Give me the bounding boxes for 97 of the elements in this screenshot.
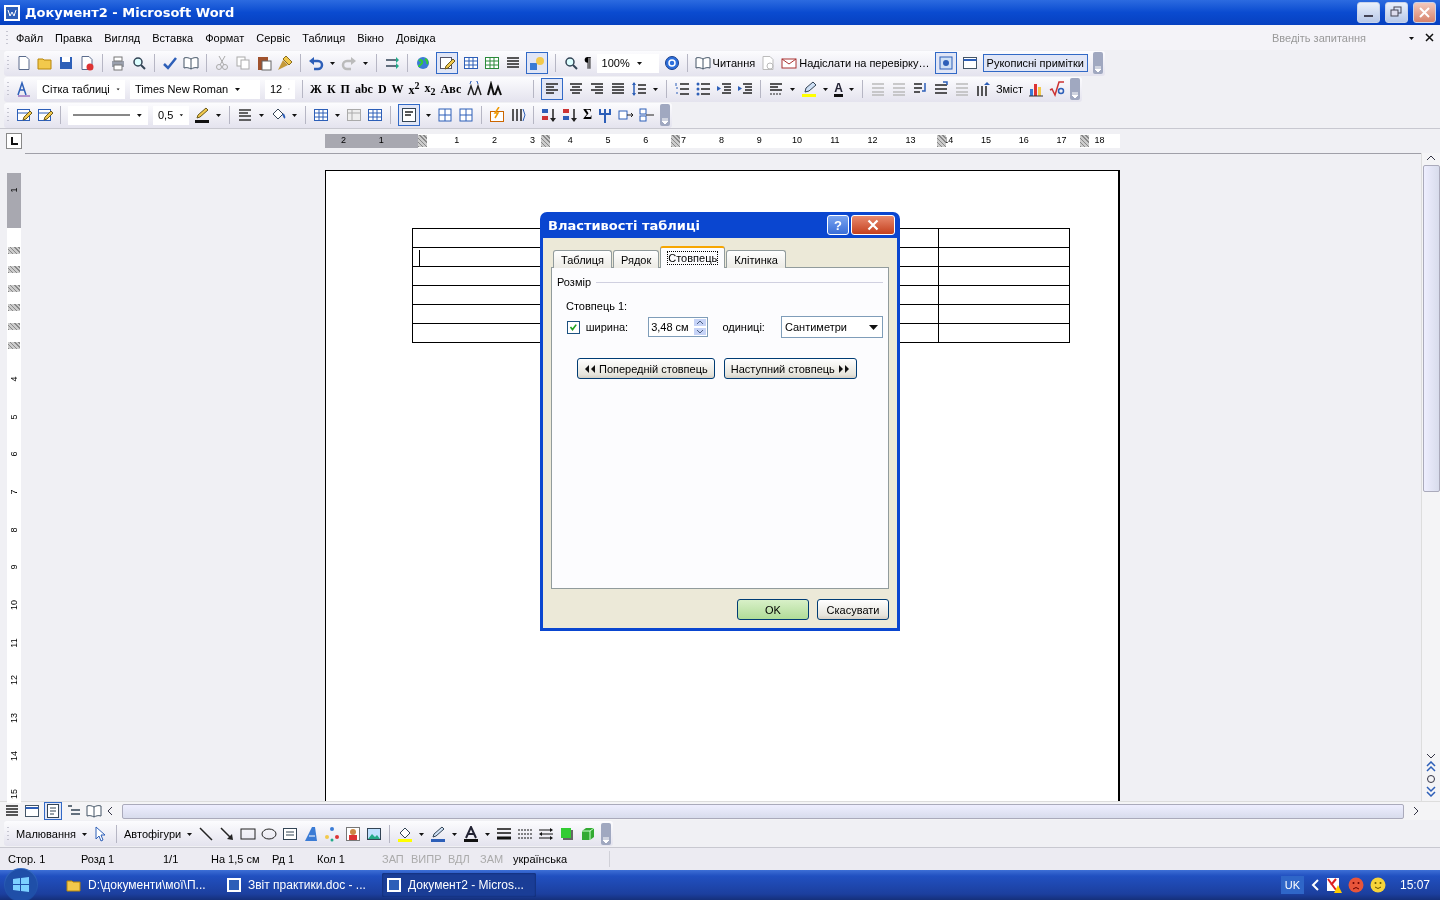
ruler-number: 11 bbox=[830, 135, 840, 145]
ok-button[interactable]: OK bbox=[737, 599, 809, 620]
font-size-combo[interactable]: 12 bbox=[265, 79, 295, 99]
ruler-number: 8 bbox=[718, 135, 724, 145]
status-field: ВДЛ bbox=[444, 853, 476, 865]
ruler-number: 6 bbox=[9, 450, 19, 459]
ruler-number: 18 bbox=[1094, 135, 1105, 145]
taskbar-button[interactable]: Документ2 - Micros... bbox=[382, 873, 536, 897]
ruler-number: 10 bbox=[9, 599, 19, 611]
status-field: Стор. 1 bbox=[4, 853, 77, 865]
ruler-number: 11 bbox=[9, 637, 19, 649]
previous-column-button[interactable]: Попередній стовпець bbox=[577, 358, 715, 379]
table-of-contents-button[interactable]: Зміст bbox=[995, 83, 1024, 95]
language-indicator[interactable]: UK bbox=[1280, 876, 1304, 894]
ruler-number: 15 bbox=[9, 787, 19, 800]
tab[interactable]: Стовпець bbox=[660, 246, 726, 268]
ruler-number: 16 bbox=[1018, 135, 1029, 145]
ruler-number: 13 bbox=[9, 712, 19, 725]
ruler-number: 7 bbox=[681, 135, 687, 145]
ruler-number: 14 bbox=[9, 749, 19, 762]
status-field: Рд 1 bbox=[268, 853, 313, 865]
ruler-number: 1 bbox=[9, 186, 19, 195]
clock: 15:07 bbox=[1399, 878, 1430, 892]
ruler-number: 13 bbox=[905, 135, 916, 145]
group-label: Розмір bbox=[557, 276, 591, 288]
ruler-number: 12 bbox=[9, 674, 19, 687]
format-button[interactable]: Ж bbox=[310, 81, 322, 97]
status-field: ЗАМ bbox=[476, 853, 509, 865]
format-button[interactable]: x$^{2}$ bbox=[408, 80, 420, 98]
width-label: ширина: bbox=[585, 321, 629, 333]
next-column-button[interactable]: Наступний стовпець bbox=[723, 358, 857, 379]
help-search-field[interactable]: Введіть запитання bbox=[1270, 30, 1404, 45]
units-label: одиниці: bbox=[722, 321, 765, 333]
tab[interactable]: Рядок bbox=[612, 250, 660, 268]
zoom-combo[interactable]: 100% bbox=[596, 53, 659, 73]
status-field: Кол 1 bbox=[313, 853, 378, 865]
width-spin-field[interactable]: 3,48 см bbox=[648, 317, 709, 337]
pilcrow-button[interactable]: ¶ bbox=[584, 55, 592, 71]
ink-annotations-button[interactable]: Рукописні примітки bbox=[982, 54, 1088, 72]
ruler-number: 8 bbox=[9, 526, 19, 535]
status-field: Розд 1 bbox=[77, 853, 159, 865]
menu-item[interactable]: Вигляд bbox=[98, 31, 147, 44]
ruler-number: 7 bbox=[9, 488, 19, 497]
tab[interactable]: Таблиця bbox=[553, 250, 612, 268]
dialog-title: Властивості таблиці bbox=[548, 217, 702, 233]
menu-item[interactable]: Таблиця bbox=[296, 31, 352, 44]
format-button[interactable]: x$_{2}$ bbox=[424, 80, 436, 98]
format-button[interactable]: W bbox=[391, 81, 404, 97]
column-label: Стовпець 1: bbox=[566, 300, 629, 312]
ruler-number: 15 bbox=[981, 135, 991, 145]
taskbar-button[interactable]: Звіт практики.doc - ... bbox=[222, 873, 376, 897]
ruler-number: 9 bbox=[756, 135, 762, 145]
ruler-number: 2 bbox=[340, 135, 346, 145]
ruler-number: 9 bbox=[9, 563, 19, 572]
ruler-number: 12 bbox=[867, 135, 878, 145]
ruler-number: 17 bbox=[1056, 135, 1067, 145]
status-field: 1/1 bbox=[159, 853, 207, 865]
ruler-number: 1 bbox=[454, 135, 460, 145]
font-combo[interactable]: Times New Roman bbox=[130, 79, 260, 99]
style-combo[interactable]: Сітка таблиці bbox=[37, 79, 125, 99]
status-field: ЗАП bbox=[378, 853, 407, 865]
menu-item[interactable]: Довідка bbox=[389, 31, 442, 44]
ruler-number: 5 bbox=[605, 135, 611, 145]
menu-item[interactable]: Файл bbox=[10, 31, 50, 44]
format-button[interactable]: Авс bbox=[440, 81, 462, 97]
ruler-number: 6 bbox=[643, 135, 649, 145]
status-field: українська bbox=[509, 853, 609, 865]
ruler-number: 10 bbox=[792, 135, 802, 145]
window-title: Документ2 - Microsoft Word bbox=[25, 5, 236, 20]
units-dropdown[interactable]: Сантиметри bbox=[780, 316, 883, 338]
line-weight-combo[interactable]: 0,5 bbox=[153, 105, 189, 125]
ruler-number: 2 bbox=[492, 135, 498, 145]
ruler-number: 4 bbox=[9, 375, 19, 384]
ruler-number: 1 bbox=[378, 135, 384, 145]
ruler-number: 4 bbox=[567, 135, 573, 145]
reading-button[interactable]: Читання bbox=[694, 55, 756, 71]
ruler-number: 5 bbox=[9, 413, 19, 421]
drawing-menu-button[interactable]: Малювання bbox=[16, 827, 77, 840]
format-button[interactable]: D bbox=[377, 81, 387, 97]
taskbar-button[interactable]: D:\документи\мої\П... bbox=[62, 873, 216, 897]
sum-button[interactable]: Σ bbox=[583, 107, 593, 123]
status-field: ВИПР bbox=[407, 853, 444, 865]
menu-item[interactable]: Вставка bbox=[146, 31, 200, 44]
autoshapes-menu-button[interactable]: Автофігури bbox=[124, 827, 182, 840]
menu-item[interactable]: Правка bbox=[49, 31, 99, 44]
send-for-review-button[interactable]: Надіслати на перевірку… bbox=[781, 55, 930, 71]
menu-item[interactable]: Сервіс bbox=[250, 31, 297, 44]
ruler-number: 3 bbox=[529, 135, 535, 145]
tab[interactable]: Клітинка bbox=[726, 250, 786, 268]
status-field: На 1,5 см bbox=[207, 853, 268, 865]
format-button[interactable]: П bbox=[340, 81, 350, 97]
menu-item[interactable]: Вікно bbox=[351, 31, 390, 44]
format-button[interactable]: К bbox=[326, 81, 336, 97]
font-color-button[interactable]: A bbox=[834, 81, 843, 97]
menu-item[interactable]: Формат bbox=[199, 31, 251, 44]
cancel-button[interactable]: Скасувати bbox=[817, 599, 889, 620]
format-button[interactable]: abc bbox=[354, 81, 373, 97]
